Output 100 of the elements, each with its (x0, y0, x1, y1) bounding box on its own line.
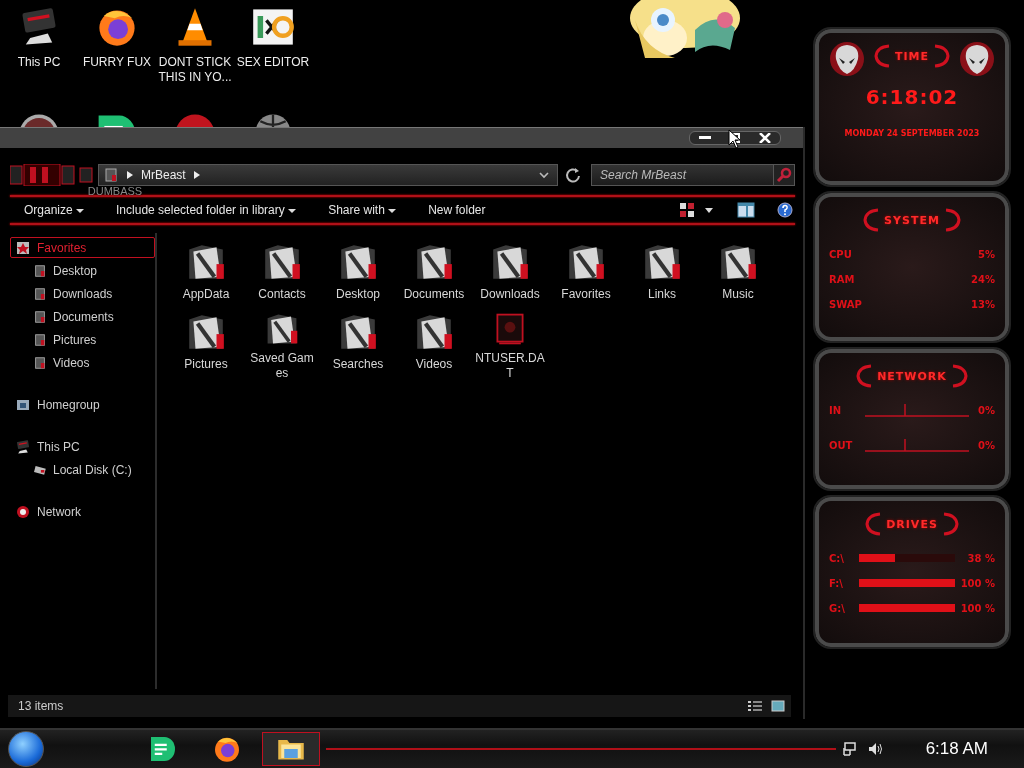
file-label[interactable]: Pictures (171, 357, 241, 372)
volume-icon[interactable] (867, 742, 884, 756)
help-icon[interactable] (777, 202, 793, 218)
item-count: 13 items (18, 699, 64, 713)
notes-icon (148, 734, 178, 764)
gadget-title: NETWORK (877, 369, 947, 383)
search-icon[interactable] (774, 164, 795, 186)
toolbar-button[interactable]: Share with (322, 200, 403, 220)
toolbar-button[interactable]: Organize (18, 200, 91, 220)
nav-item[interactable]: Documents (10, 306, 155, 327)
file-label[interactable]: Links (627, 287, 697, 302)
folder-icon (103, 167, 119, 183)
bracket-ornament (950, 363, 969, 389)
alien-head-icon (959, 41, 995, 77)
desktop-icon-label[interactable]: DONT STICK THIS IN YO... (158, 55, 232, 85)
drive-label: G:\ (829, 602, 846, 614)
stat-value: 0% (978, 439, 995, 451)
folder-icon (33, 263, 47, 278)
file-label[interactable]: NTUSER.DAT (475, 351, 545, 381)
pc-icon (15, 438, 31, 455)
thumbnail-view-icon[interactable] (771, 700, 785, 712)
bracket-ornament (855, 363, 874, 389)
minimize-icon (699, 136, 711, 140)
stat-label: SWAP (829, 298, 862, 310)
nav-item[interactable]: Videos (10, 352, 155, 373)
nav-item[interactable]: Network (10, 501, 155, 522)
gadget-title: DRIVES (886, 517, 938, 531)
file-label[interactable]: Music (703, 287, 773, 302)
folder-icon (33, 309, 47, 324)
bracket-ornament (862, 207, 881, 233)
file-label[interactable]: AppData (171, 287, 241, 302)
nav-item[interactable]: Downloads (10, 283, 155, 304)
clock-date: MONDAY 24 SEPTEMBER 2023 (843, 129, 981, 138)
desktop-icon-label[interactable]: This PC (2, 55, 76, 70)
clock-time: 6:18:02 (864, 85, 960, 109)
stat-label: RAM (829, 273, 855, 285)
network-icon (15, 503, 31, 520)
drive-label: F:\ (829, 577, 844, 589)
alien-head-icon (829, 41, 865, 77)
address-bar[interactable]: MrBeast (98, 164, 558, 186)
nav-item[interactable]: Pictures (10, 329, 155, 350)
folder-icon (33, 332, 47, 347)
details-view-icon[interactable] (747, 699, 763, 713)
breadcrumb-arrow-icon[interactable] (193, 171, 200, 179)
nav-item[interactable]: Favorites (10, 237, 155, 258)
toolbar-button[interactable]: New folder (422, 200, 492, 220)
favorites-icon (15, 239, 31, 256)
drive-label: C:\ (829, 552, 845, 564)
taskbar-clock[interactable]: 6:18 AM (925, 739, 988, 759)
stat-value: 38 % (967, 552, 995, 564)
bracket-ornament (872, 43, 891, 69)
gadget-title: TIME (894, 49, 930, 63)
path-segment[interactable]: MrBeast (141, 168, 186, 182)
stat-value: 5% (978, 248, 995, 260)
search-field[interactable]: Search MrBeast (591, 164, 774, 186)
nav-item[interactable]: Homegroup (10, 394, 155, 415)
stat-label: OUT (829, 439, 854, 451)
caret-icon (76, 208, 85, 214)
folder-icon (33, 355, 47, 370)
dropdown-arrow[interactable] (703, 206, 715, 214)
file-label[interactable]: Videos (399, 357, 469, 372)
stat-value: 13% (971, 298, 995, 310)
stat-label: CPU (829, 248, 852, 260)
nav-item[interactable]: Desktop (10, 260, 155, 281)
start-button[interactable] (8, 731, 44, 767)
file-label[interactable]: Desktop (323, 287, 393, 302)
chevron-down-icon[interactable] (539, 171, 549, 179)
folder-icon (33, 286, 47, 301)
gadget-title: SYSTEM (884, 213, 940, 227)
desktop-icon-label[interactable]: FURRY FUX (80, 55, 154, 70)
file-label[interactable]: Saved Games (247, 351, 317, 381)
nav-item[interactable]: This PC (10, 436, 155, 457)
file-label[interactable]: Searches (323, 357, 393, 372)
network-icon[interactable] (841, 742, 856, 756)
breadcrumb-arrow-icon[interactable] (127, 171, 133, 179)
stat-value: 100 % (960, 602, 995, 614)
desktop-icon-label[interactable]: SEX EDITOR (236, 55, 310, 70)
file-label[interactable]: Documents (399, 287, 469, 302)
caret-icon (288, 208, 297, 214)
bracket-ornament (943, 207, 962, 233)
stat-label: IN (829, 404, 843, 416)
bracket-ornament (933, 43, 952, 69)
maximize-icon (730, 133, 740, 143)
nav-item[interactable]: Local Disk (C:) (10, 459, 155, 480)
file-label[interactable]: Downloads (475, 287, 545, 302)
stat-value: 100 % (960, 577, 995, 589)
file-label[interactable]: Favorites (551, 287, 621, 302)
stat-value: 0% (978, 404, 995, 416)
file-label[interactable]: Contacts (247, 287, 317, 302)
taskbar-app-button[interactable] (262, 732, 320, 766)
bracket-ornament (941, 511, 960, 537)
preview-pane-icon[interactable] (737, 202, 755, 218)
close-icon (759, 133, 771, 143)
view-options-icon[interactable] (679, 202, 695, 218)
stat-value: 24% (971, 273, 995, 285)
caret-icon (388, 208, 397, 214)
bracket-ornament (864, 511, 883, 537)
navigation-buttons[interactable] (10, 164, 94, 186)
toolbar-button[interactable]: Include selected folder in library (110, 200, 303, 220)
desktop-icon-label[interactable]: DUMBASS (78, 185, 152, 197)
